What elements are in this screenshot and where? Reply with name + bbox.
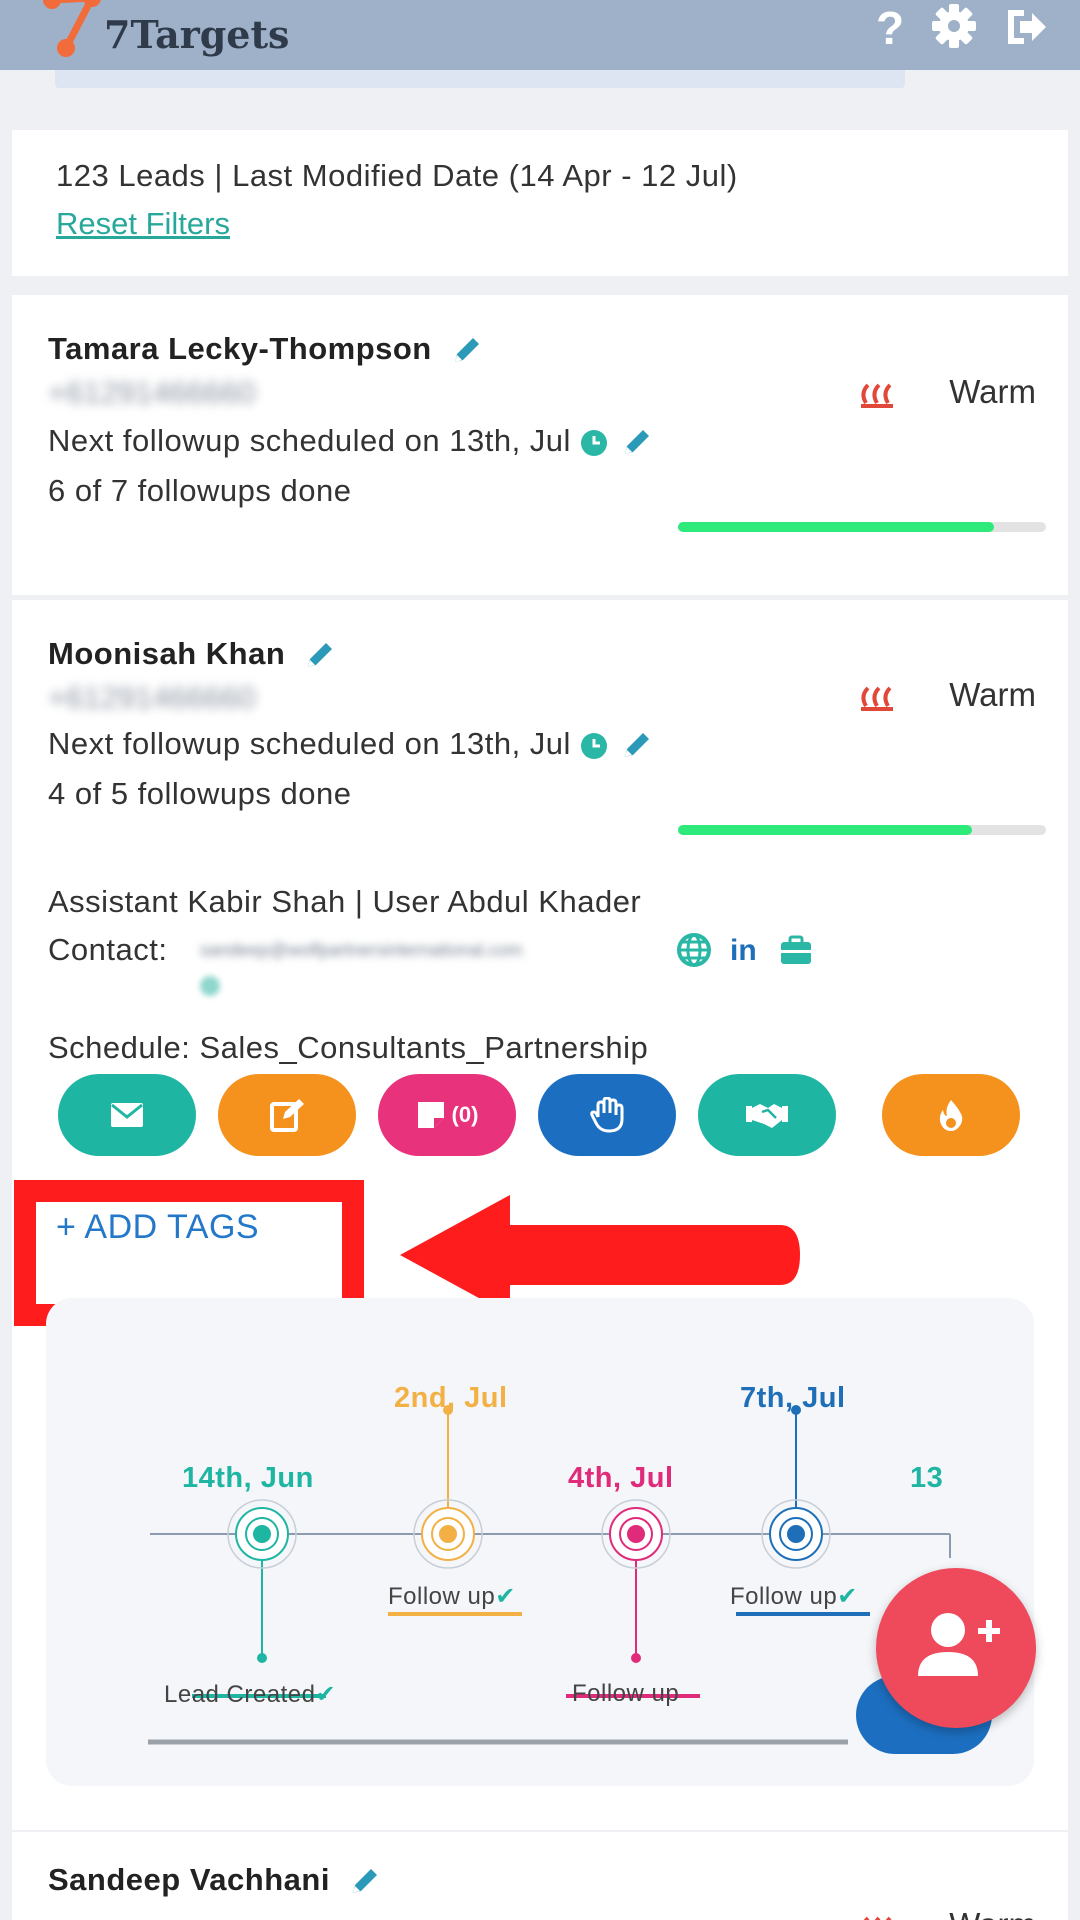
- edit-pencil-icon[interactable]: [302, 639, 336, 673]
- lead-status: Warm: [949, 373, 1036, 410]
- check-icon: ✔: [495, 1583, 516, 1610]
- sticky-note-icon: [417, 1102, 444, 1128]
- check-icon: ✔: [837, 1583, 858, 1610]
- settings-icon[interactable]: [930, 4, 978, 52]
- clock-icon: [581, 429, 608, 456]
- timeline-date: 4th, Jul: [568, 1462, 674, 1494]
- add-tags-button[interactable]: + ADD TAGS: [56, 1208, 259, 1247]
- timeline-date: 7th, Jul: [740, 1382, 846, 1414]
- leads-count-filter: 123 Leads | Last Modified Date (14 Apr -…: [56, 158, 738, 193]
- handshake-icon: [746, 1104, 788, 1128]
- leads-summary: 123 Leads | Last Modified Date (14 Apr -…: [12, 130, 1068, 276]
- hot-lead-button[interactable]: [882, 1074, 1020, 1156]
- contact-email[interactable]: sandeep@wolfpartnersinternational.com: [200, 940, 522, 961]
- svg-text:?: ?: [876, 4, 904, 52]
- annotation-arrow: [400, 1195, 800, 1315]
- assistant-user: Assistant Kabir Shah | User Abdul Khader: [48, 884, 642, 919]
- next-followup: Next followup scheduled on 13th, Jul: [48, 726, 653, 763]
- add-lead-fab[interactable]: [876, 1568, 1036, 1728]
- next-followup: Next followup scheduled on 13th, Jul: [48, 423, 653, 460]
- flame-icon: [939, 1100, 963, 1131]
- lead-name: Sandeep Vachhani: [48, 1862, 381, 1899]
- lead-name: Tamara Lecky-Thompson: [48, 331, 483, 368]
- schedule-name: Schedule: Sales_Consultants_Partnership: [48, 1030, 649, 1065]
- edit-followup-icon[interactable]: [619, 426, 653, 460]
- followup-progress-bar: [678, 825, 1046, 835]
- warm-status-icon: [863, 1916, 892, 1920]
- handshake-button[interactable]: [698, 1074, 836, 1156]
- edit-pencil-icon[interactable]: [347, 1865, 381, 1899]
- edit-note-button[interactable]: [218, 1074, 356, 1156]
- contact-extra-icon: [200, 976, 220, 996]
- timeline-date: 14th, Jun: [182, 1462, 314, 1494]
- briefcase-icon[interactable]: [778, 932, 814, 968]
- notes-button[interactable]: (0): [378, 1074, 516, 1156]
- followups-done: 4 of 5 followups done: [48, 776, 352, 811]
- warm-status-icon: [861, 383, 893, 408]
- stop-button[interactable]: [538, 1074, 676, 1156]
- timeline-label: Follow up✔: [730, 1583, 858, 1610]
- svg-text:in: in: [730, 934, 757, 966]
- timeline-date: 2nd, Jul: [394, 1382, 508, 1414]
- timeline-label: Follow up: [572, 1680, 680, 1707]
- edit-followup-icon[interactable]: [619, 729, 653, 763]
- hand-icon: [590, 1097, 624, 1133]
- logo-icon: [43, 0, 101, 57]
- contact-label: Contact:: [48, 932, 168, 967]
- logout-icon[interactable]: [1002, 4, 1050, 52]
- timeline-label: Follow up✔: [388, 1583, 516, 1610]
- help-icon[interactable]: ?: [866, 4, 914, 52]
- lead-phone: +61291466660: [48, 375, 256, 410]
- warm-status-icon: [861, 686, 893, 711]
- lead-card[interactable]: Tamara Lecky-Thompson +61291466660 Warm …: [12, 295, 1068, 595]
- timeline-date: 13: [910, 1462, 944, 1494]
- timeline-label: Lead Created✔: [164, 1681, 337, 1708]
- brand-name: 7Targets: [104, 12, 290, 57]
- lead-name: Moonisah Khan: [48, 636, 336, 673]
- globe-icon[interactable]: [676, 932, 712, 968]
- followup-progress-bar: [678, 522, 1046, 532]
- clock-icon: [581, 732, 608, 759]
- reset-filters-link[interactable]: Reset Filters: [56, 206, 230, 242]
- edit-pencil-icon[interactable]: [449, 334, 483, 368]
- notes-count: (0): [451, 1102, 479, 1127]
- edit-square-icon: [270, 1099, 304, 1132]
- lead-phone: +61291466660: [48, 680, 256, 715]
- email-button[interactable]: [58, 1074, 196, 1156]
- lead-status: Warm: [949, 1906, 1036, 1920]
- lead-status: Warm: [949, 676, 1036, 713]
- linkedin-icon[interactable]: in: [728, 930, 764, 966]
- top-bar: 7Targets ?: [0, 0, 1080, 70]
- add-user-icon: [918, 1613, 1000, 1676]
- mail-icon: [111, 1103, 143, 1127]
- followups-done: 6 of 7 followups done: [48, 473, 352, 508]
- lead-card[interactable]: Sandeep Vachhani Warm: [12, 1832, 1068, 1920]
- check-icon: ✔: [315, 1681, 337, 1708]
